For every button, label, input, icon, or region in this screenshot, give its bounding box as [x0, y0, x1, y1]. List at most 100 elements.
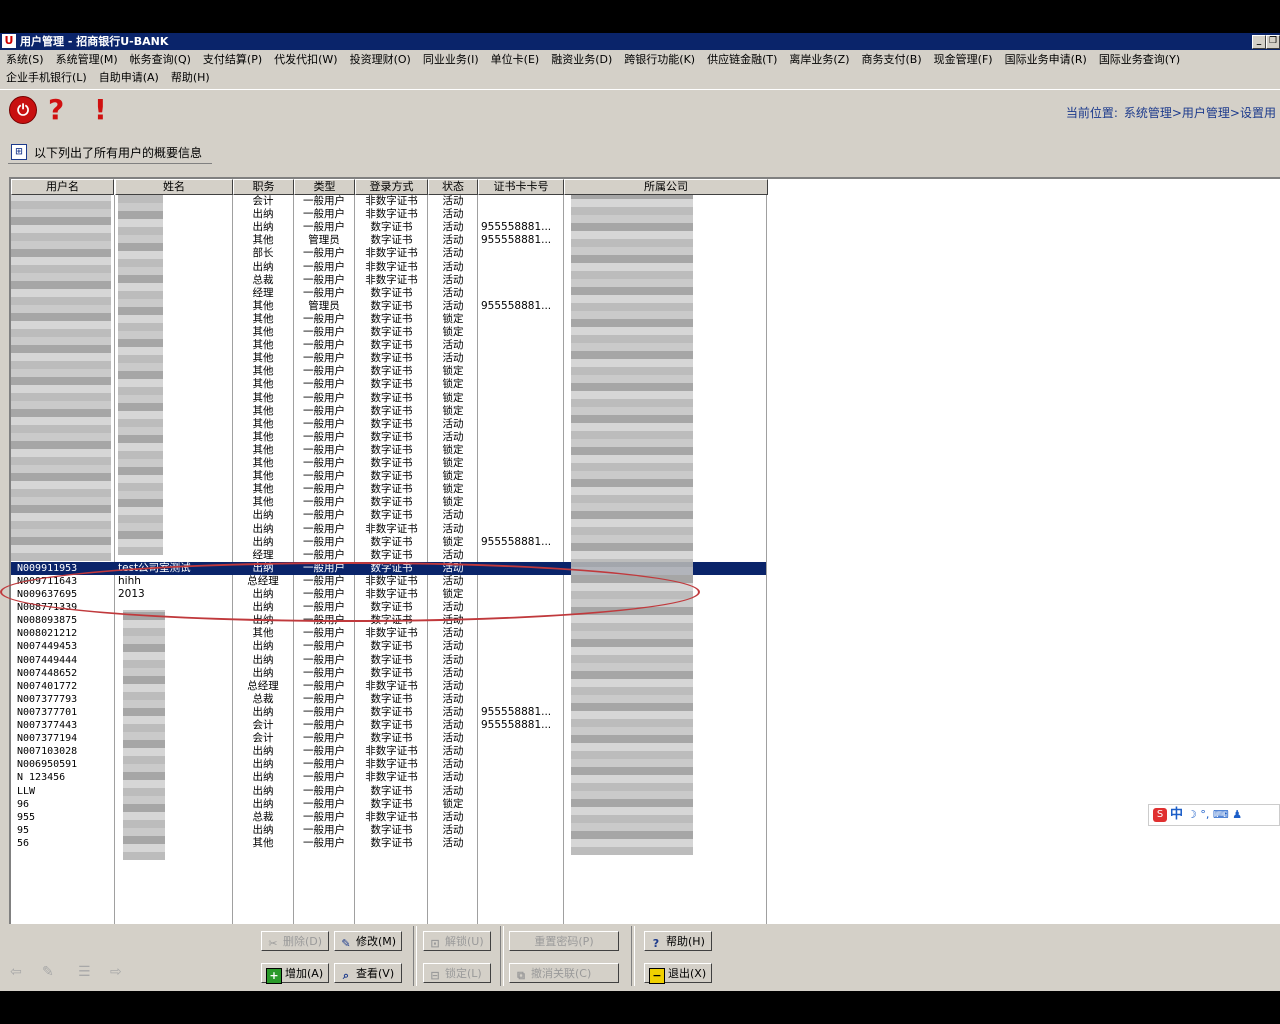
info-text: 以下列出了所有用户的概要信息: [34, 146, 203, 160]
cell-cert: 955558881...: [481, 719, 552, 731]
cell-pos: 出纳: [252, 522, 274, 535]
add-button[interactable]: + 增加(A): [261, 963, 329, 984]
help-button[interactable]: ? 帮助(H): [644, 931, 712, 951]
cell-user: LLW: [17, 785, 36, 797]
menu-item[interactable]: 商务支付(B): [862, 51, 922, 69]
menu-item[interactable]: 同业业务(I): [423, 51, 479, 69]
help-question-icon[interactable]: ?: [44, 93, 78, 127]
cell-type: 一般用户: [303, 522, 345, 535]
cell-user: N007449453: [17, 641, 78, 653]
redacted-company-block: [571, 195, 693, 855]
power-off-icon[interactable]: ⏻: [6, 93, 40, 127]
delete-button[interactable]: ✂ 删除(D): [261, 931, 329, 951]
cell-pos: 总裁: [252, 810, 274, 823]
minimize-button[interactable]: _: [1252, 35, 1266, 49]
cell-login: 数字证书: [370, 509, 413, 522]
cell-status: 锁定: [442, 470, 464, 483]
menu-item[interactable]: 融资业务(D): [551, 51, 612, 69]
cell-cert: [481, 680, 565, 693]
cell-pos: 其他: [252, 836, 274, 849]
column-header[interactable]: 所属公司: [564, 179, 768, 195]
list-icon[interactable]: ☰: [78, 964, 91, 980]
cell-pos: 会计: [252, 732, 274, 745]
menu-item[interactable]: 系统(S): [6, 51, 44, 69]
restore-button[interactable]: ❐: [1266, 35, 1280, 49]
unlink-icon: ⧉: [517, 969, 525, 982]
menu-item[interactable]: 帮助(H): [171, 69, 210, 87]
cell-status: 锁定: [442, 457, 464, 469]
menu-bar: 系统(S) 系统管理(M) 帐务查询(Q) 支付结算(P) 代发代扣(W) 投资理财(O)…: [0, 50, 1280, 88]
menu-item[interactable]: 跨银行功能(K): [624, 51, 695, 69]
ime-mode-chinese[interactable]: 中: [1170, 807, 1183, 822]
column-header[interactable]: 姓名: [115, 179, 233, 195]
cell-pos: 其他: [252, 299, 274, 312]
cell-pos: 其他: [252, 496, 274, 509]
modify-button[interactable]: ✎ 修改(M): [334, 931, 402, 951]
cell-cert: [481, 771, 565, 784]
cell-type: 一般用户: [303, 378, 345, 391]
reset-password-button[interactable]: 重置密码(P): [509, 931, 619, 951]
grid-body[interactable]: 会计 一般用户 非数字证书 活动 出纳 一般用户 非数字证书 活动 出纳 一般用户 数字证书 活动 95…: [11, 195, 1280, 924]
alert-glyph: !: [94, 93, 107, 126]
cell-login: 数字证书: [370, 666, 413, 679]
wrench-icon: ✂: [268, 937, 278, 950]
cell-login: 数字证书: [370, 339, 413, 352]
redacted-username-block: [11, 195, 111, 561]
menu-item[interactable]: 企业手机银行(L): [6, 69, 87, 87]
cell-user: N007448652: [17, 667, 78, 679]
lock-button[interactable]: ⊟ 锁定(L): [423, 963, 491, 983]
cell-cert: [481, 811, 565, 824]
column-header[interactable]: 状态: [428, 179, 478, 195]
user-grid[interactable]: 用户名 姓名 职务 类型 登录方式 状态 证书卡卡号 所属公司 会计 一般用户 非数字证书 活动 出纳…: [9, 177, 1280, 924]
cell-pos: 其他: [252, 483, 274, 496]
menu-item[interactable]: 支付结算(P): [203, 51, 262, 69]
cell-pos: 出纳: [252, 823, 274, 836]
menu-item[interactable]: 国际业务查询(Y): [1099, 51, 1180, 69]
cell-status: 活动: [442, 234, 464, 247]
cell-login: 非数字证书: [365, 260, 418, 273]
cell-cert: [481, 365, 565, 378]
cell-login: 非数字证书: [365, 208, 418, 221]
menu-item[interactable]: 供应链金融(T): [707, 51, 777, 69]
edit-pencil-icon[interactable]: ✎: [42, 964, 54, 980]
menu-item[interactable]: 离岸业务(Z): [789, 51, 849, 69]
cell-pos: 其他: [252, 404, 274, 417]
cell-status: 锁定: [442, 483, 464, 496]
column-header[interactable]: 证书卡卡号: [478, 179, 564, 195]
cell-cert: [481, 274, 565, 287]
menu-item[interactable]: 自助申请(A): [99, 69, 159, 87]
cell-type: 一般用户: [303, 470, 345, 483]
menu-item[interactable]: 单位卡(E): [491, 51, 540, 69]
column-header[interactable]: 类型: [294, 179, 355, 195]
cell-type: 一般用户: [303, 496, 345, 509]
cell-cert: [481, 483, 565, 496]
column-header[interactable]: 用户名: [11, 179, 114, 195]
cell-type: 一般用户: [303, 627, 345, 640]
cell-type: 一般用户: [303, 836, 345, 849]
cell-pos: 出纳: [252, 771, 274, 784]
cancel-link-button[interactable]: ⧉ 撤消关联(C): [509, 963, 619, 983]
alert-exclamation-icon[interactable]: !: [84, 93, 118, 127]
ime-toolbar[interactable]: S 中 ☽ °, ⌨ ♟: [1148, 804, 1280, 826]
cell-pos: 会计: [252, 195, 274, 207]
toolbar: ⏻ ? ! 当前位置: 系统管理>用户管理>设置用: [0, 89, 1280, 132]
menu-item[interactable]: 国际业务申请(R): [1005, 51, 1087, 69]
column-header[interactable]: 职务: [233, 179, 294, 195]
title-bar[interactable]: U 用户管理 - 招商银行U-BANK _ ❐: [0, 33, 1280, 50]
cell-cert: [481, 470, 565, 483]
unlock-button[interactable]: ⊡ 解锁(U): [423, 931, 491, 951]
exit-button[interactable]: − 退出(X): [644, 963, 712, 984]
menu-item[interactable]: 现金管理(F): [934, 51, 993, 69]
cell-type: 一般用户: [303, 483, 345, 496]
menu-item[interactable]: 系统管理(M): [56, 51, 118, 69]
forward-arrow-icon[interactable]: ⇨: [110, 964, 122, 980]
ime-tools-icons[interactable]: ☽ °, ⌨ ♟: [1187, 808, 1242, 821]
menu-item[interactable]: 帐务查询(Q): [130, 51, 191, 69]
column-header[interactable]: 登录方式: [355, 179, 428, 195]
view-button[interactable]: ⌕ 查看(V): [334, 963, 402, 983]
menu-item[interactable]: 投资理财(O): [350, 51, 411, 69]
cell-type: 一般用户: [303, 535, 345, 548]
cell-status: 活动: [442, 509, 464, 522]
back-arrow-icon[interactable]: ⇦: [10, 964, 22, 980]
menu-item[interactable]: 代发代扣(W): [274, 51, 337, 69]
